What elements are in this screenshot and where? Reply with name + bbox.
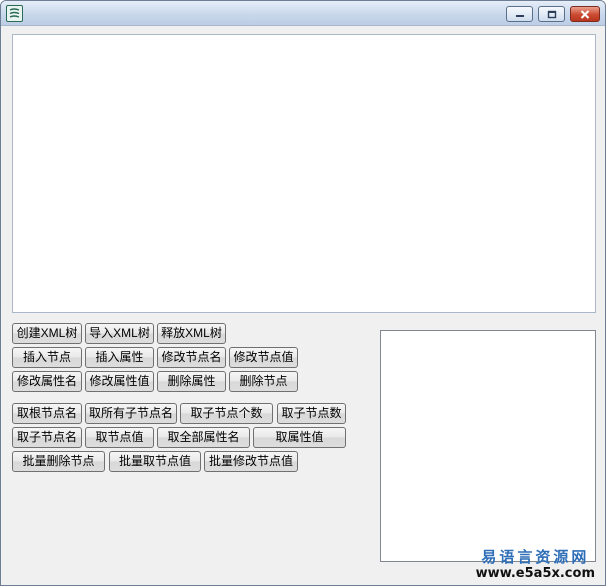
- modify-attribute-value-button[interactable]: 修改属性值: [85, 371, 154, 392]
- get-node-value-button[interactable]: 取节点值: [85, 427, 154, 448]
- insert-attribute-button[interactable]: 插入属性: [85, 347, 154, 368]
- close-icon: [580, 9, 590, 19]
- xml-output-textbox[interactable]: [12, 34, 596, 313]
- result-listbox[interactable]: [380, 330, 596, 562]
- title-bar[interactable]: [1, 1, 605, 26]
- get-root-node-name-button[interactable]: 取根节点名: [12, 403, 82, 424]
- create-xml-tree-button[interactable]: 创建XML树: [12, 323, 82, 344]
- get-child-node-name-button[interactable]: 取子节点名: [12, 427, 82, 448]
- get-attribute-value-button[interactable]: 取属性值: [253, 427, 346, 448]
- close-button[interactable]: [570, 6, 600, 22]
- app-icon[interactable]: [6, 5, 23, 22]
- site-watermark: 易语言资源网 www.e5a5x.com: [476, 548, 595, 581]
- modify-node-name-button[interactable]: 修改节点名: [157, 347, 226, 368]
- modify-attribute-name-button[interactable]: 修改属性名: [12, 371, 82, 392]
- maximize-icon: [547, 10, 557, 19]
- get-all-attribute-names-button[interactable]: 取全部属性名: [157, 427, 250, 448]
- watermark-url: www.e5a5x.com: [475, 566, 595, 581]
- release-xml-tree-button[interactable]: 释放XML树: [157, 323, 226, 344]
- maximize-button[interactable]: [538, 6, 565, 22]
- get-child-node-count-short-button[interactable]: 取子节点数: [277, 403, 346, 424]
- get-all-child-node-names-button[interactable]: 取所有子节点名: [85, 403, 177, 424]
- delete-node-button[interactable]: 删除节点: [229, 371, 298, 392]
- batch-get-node-values-button[interactable]: 批量取节点值: [109, 451, 201, 472]
- batch-modify-node-values-button[interactable]: 批量修改节点值: [204, 451, 298, 472]
- modify-node-value-button[interactable]: 修改节点值: [229, 347, 298, 368]
- batch-delete-nodes-button[interactable]: 批量删除节点: [12, 451, 105, 472]
- app-window: 创建XML树 导入XML树 释放XML树 插入节点 插入属性 修改节点名 修改节…: [0, 0, 606, 586]
- delete-attribute-button[interactable]: 删除属性: [157, 371, 226, 392]
- import-xml-tree-button[interactable]: 导入XML树: [85, 323, 154, 344]
- get-child-node-count-button[interactable]: 取子节点个数: [180, 403, 273, 424]
- watermark-title: 易语言资源网: [481, 548, 590, 566]
- minimize-button[interactable]: [506, 6, 533, 22]
- insert-node-button[interactable]: 插入节点: [12, 347, 82, 368]
- minimize-icon: [515, 10, 525, 18]
